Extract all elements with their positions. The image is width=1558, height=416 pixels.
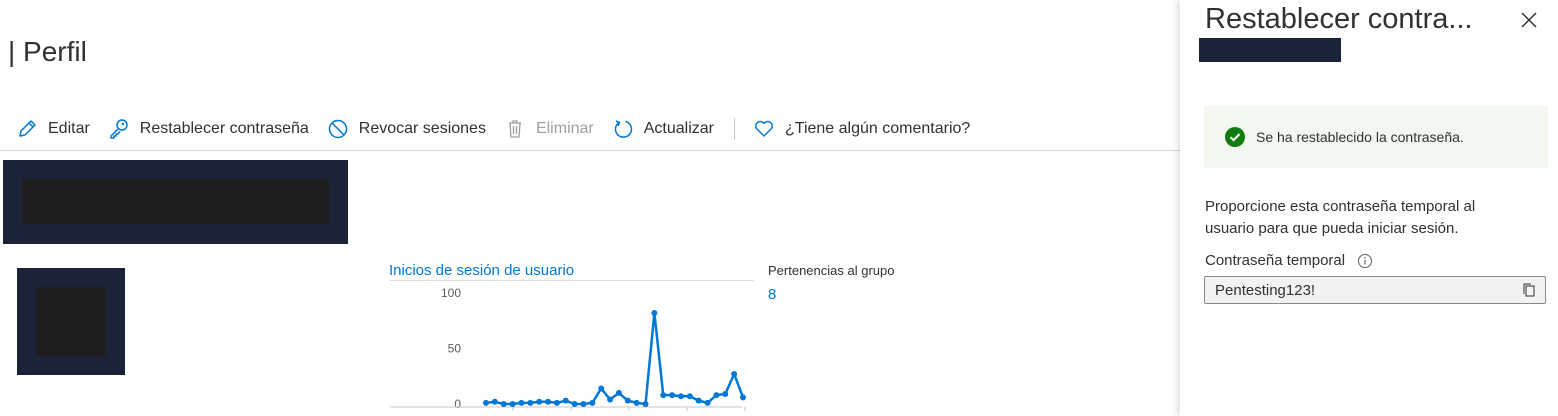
reset-password-panel: Restablecer contra... Se ha restablecido…: [1180, 0, 1558, 416]
y-tick-label: 50: [448, 342, 462, 356]
checkmark-circle-icon: [1225, 127, 1245, 147]
data-point: [704, 399, 711, 406]
data-point: [553, 399, 560, 406]
chart-divider: [389, 280, 754, 281]
data-point: [624, 397, 631, 404]
data-point: [491, 398, 498, 405]
block-icon: [328, 119, 348, 139]
y-tick-label: 0: [454, 397, 461, 411]
data-point: [536, 398, 543, 405]
signins-chart: 100 50 0: [390, 286, 746, 411]
heart-icon: [755, 120, 773, 137]
data-point: [589, 399, 596, 406]
edit-label: Editar: [48, 120, 90, 137]
delete-button[interactable]: Eliminar: [504, 108, 604, 150]
data-point: [580, 401, 587, 407]
data-point: [615, 389, 622, 396]
panel-title: Restablecer contra...: [1205, 3, 1473, 35]
panel-description: Proporcione esta contraseña temporal al …: [1205, 198, 1476, 237]
data-point: [545, 398, 552, 405]
signins-chart-title[interactable]: Inicios de sesión de usuario: [389, 262, 574, 279]
data-point: [642, 401, 649, 407]
feedback-button[interactable]: ¿Tiene algún comentario?: [753, 108, 980, 150]
data-point: [527, 399, 534, 406]
reset-password-button[interactable]: Restablecer contraseña: [108, 108, 319, 150]
command-bar: Editar Restablecer contraseña Revocar se…: [0, 108, 1180, 151]
delete-label: Eliminar: [535, 120, 594, 137]
data-point: [500, 401, 507, 407]
data-point: [518, 399, 525, 406]
success-message-bar: Se ha restablecido la contraseña.: [1204, 106, 1548, 168]
info-icon[interactable]: [1357, 253, 1373, 269]
data-point: [562, 397, 569, 404]
temp-password-label: Contraseña temporal: [1205, 252, 1346, 269]
data-point: [509, 401, 516, 407]
data-point: [660, 392, 667, 399]
success-text: Se ha restablecido la contraseña.: [1256, 129, 1464, 145]
data-point: [740, 394, 746, 401]
revoke-sessions-label: Revocar sesiones: [358, 120, 486, 137]
redacted-user-banner: [3, 160, 348, 244]
pencil-icon: [19, 120, 36, 137]
data-point: [731, 371, 738, 378]
data-point: [677, 393, 684, 400]
trash-icon: [508, 120, 521, 138]
data-point: [713, 392, 720, 399]
revoke-sessions-button[interactable]: Revocar sesiones: [327, 108, 496, 150]
copy-icon[interactable]: [1521, 282, 1537, 298]
refresh-icon: [614, 120, 632, 138]
edit-button[interactable]: Editar: [16, 108, 100, 150]
series-line: [485, 311, 745, 406]
data-point: [483, 399, 489, 406]
data-point: [571, 401, 578, 407]
data-point: [598, 385, 605, 392]
temp-password-label-row: Contraseña temporal: [1205, 252, 1373, 269]
data-point: [695, 397, 702, 404]
page-title: | Perfil: [8, 36, 87, 67]
data-point: [633, 399, 640, 406]
reset-password-label: Restablecer contraseña: [139, 120, 309, 137]
y-tick-label: 100: [441, 286, 461, 300]
refresh-button[interactable]: Actualizar: [612, 108, 724, 150]
data-point: [607, 396, 614, 403]
avatar: [17, 268, 125, 375]
data-point: [669, 392, 676, 399]
temp-password-field[interactable]: Pentesting123!: [1204, 276, 1546, 304]
close-icon[interactable]: [1517, 8, 1541, 32]
key-icon: [110, 119, 128, 139]
redacted-user-name: [1199, 38, 1341, 62]
refresh-label: Actualizar: [643, 120, 714, 137]
feedback-label: ¿Tiene algún comentario?: [785, 120, 971, 137]
toolbar-separator: [734, 118, 735, 140]
temp-password-value: Pentesting123!: [1215, 281, 1316, 299]
data-point: [686, 393, 693, 400]
data-point: [651, 309, 658, 316]
group-memberships-label: Pertenencias al grupo: [768, 263, 895, 278]
group-memberships-count[interactable]: 8: [768, 286, 776, 303]
data-point: [722, 391, 729, 398]
